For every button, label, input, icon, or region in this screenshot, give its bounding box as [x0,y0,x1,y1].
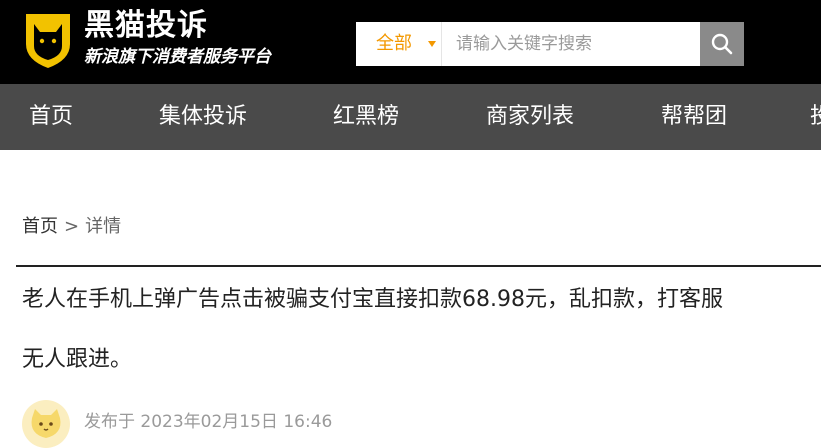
cat-avatar-icon [31,409,61,438]
complaint-title-line-1: 老人在手机上弹广告点击被骗支付宝直接扣款68.98元，乱扣款，打客服 [22,287,723,312]
divider [16,265,821,267]
search-button[interactable] [700,22,744,66]
user-avatar[interactable] [22,400,70,448]
search-icon [711,33,733,55]
caret-down-icon [428,41,436,47]
nav-item-ranking[interactable]: 红黑榜 [333,84,399,150]
cat-shield-logo-icon[interactable] [22,10,74,70]
breadcrumb: 首页 > 详情 [22,214,121,240]
brand-subtitle: 新浪旗下消费者服务平台 [84,47,271,67]
nav-item-truncated[interactable]: 投 [810,84,821,150]
search-scope-dropdown[interactable]: 全部 [356,22,442,66]
breadcrumb-home-link[interactable]: 首页 [22,216,58,237]
complaint-title-line-2: 无人跟进。 [22,347,133,372]
breadcrumb-current: 详情 [85,216,122,237]
site-header: 黑猫投诉 新浪旗下消费者服务平台 全部 [0,0,821,84]
nav-item-group-complaints[interactable]: 集体投诉 [159,84,247,150]
nav-item-help-team[interactable]: 帮帮团 [661,84,727,150]
brand-title[interactable]: 黑猫投诉 [84,8,208,44]
search-bar: 全部 [356,22,744,66]
nav-item-merchants[interactable]: 商家列表 [486,84,574,150]
nav-item-home[interactable]: 首页 [29,84,73,150]
search-scope-label: 全部 [376,33,412,54]
search-input[interactable] [444,22,698,66]
breadcrumb-separator: > [64,216,80,237]
publish-time: 发布于 2023年02月15日 16:46 [84,412,333,432]
main-nav: 首页 集体投诉 红黑榜 商家列表 帮帮团 投 [0,84,821,150]
